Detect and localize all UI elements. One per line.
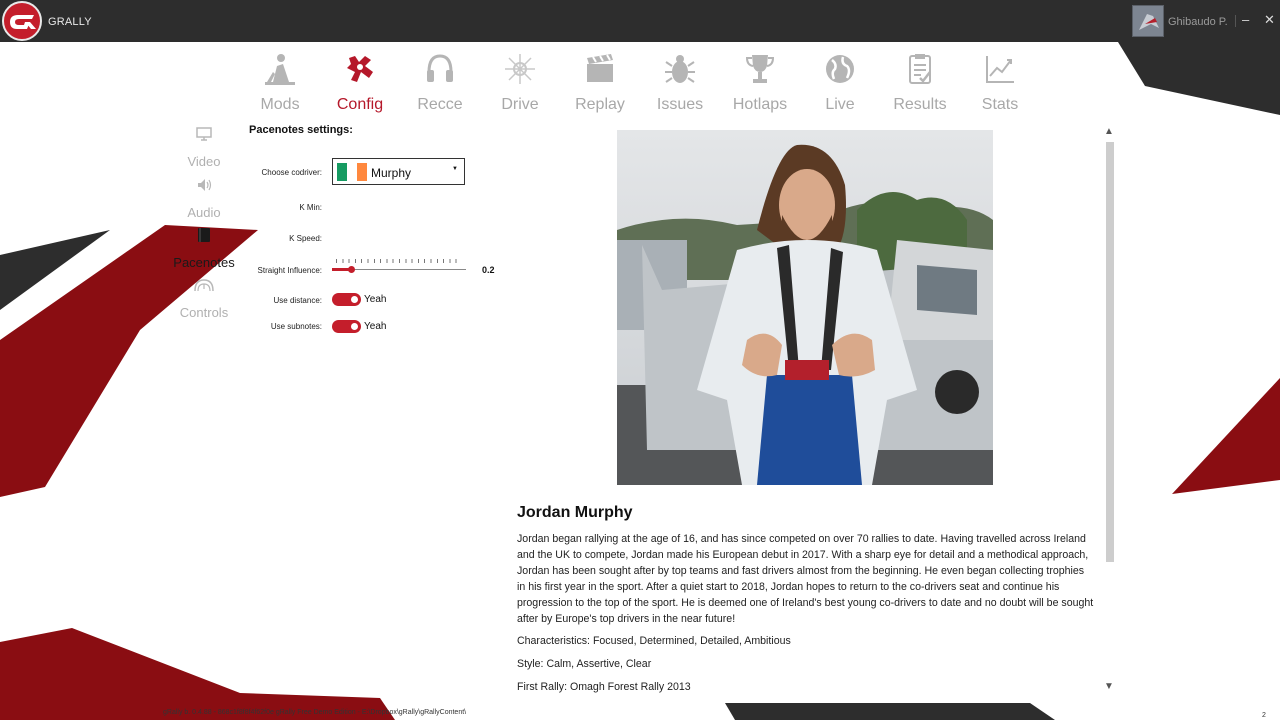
clapperboard-icon — [587, 54, 613, 82]
tab-replay[interactable]: Replay — [560, 50, 640, 120]
app-title: GRALLY — [48, 16, 92, 28]
k-min-label: K Min: — [299, 203, 322, 212]
tab-issues-label: Issues — [656, 96, 704, 113]
codriver-portrait-image — [617, 130, 993, 485]
tab-recce[interactable]: Recce — [400, 50, 480, 120]
slider-thumb[interactable] — [348, 266, 355, 273]
sidebar-item-video-label: Video — [187, 154, 221, 169]
tab-recce-label: Recce — [417, 96, 463, 113]
codriver-name: Jordan Murphy — [517, 504, 633, 521]
status-path: gRally b. 0.4.88 - 868c1f8f8f4f62f0e gRa… — [163, 709, 467, 716]
minimize-button[interactable]: – — [1242, 12, 1249, 28]
app-logo — [2, 1, 42, 41]
ireland-flag-icon — [337, 163, 367, 181]
tab-config[interactable]: Config — [320, 50, 400, 120]
codriver-bio: Jordan began rallying at the age of 16, … — [517, 533, 1094, 625]
corner-indicator: 2 — [1262, 712, 1266, 719]
clipboard-icon — [909, 54, 931, 84]
sidebar-item-audio[interactable]: Audio — [160, 177, 248, 220]
codriver-photo — [617, 130, 993, 485]
codriver-characteristics: Characteristics: Focused, Determined, De… — [517, 635, 791, 647]
codriver-style: Style: Calm, Assertive, Clear — [517, 658, 652, 670]
tab-stats-label: Stats — [981, 96, 1019, 113]
flag-stripe-green — [337, 163, 347, 181]
drive-icon — [505, 54, 535, 84]
title-bar: GRALLY Ghibaudo P. – ✕ — [0, 0, 1280, 42]
globe-icon — [826, 55, 854, 83]
use-distance-value: Yeah — [364, 294, 387, 305]
wheel-icon — [194, 279, 214, 292]
tab-issues[interactable]: Issues — [640, 50, 720, 120]
tab-live[interactable]: Live — [800, 50, 880, 120]
user-name[interactable]: Ghibaudo P. — [1168, 16, 1228, 28]
straight-influence-value: 0.2 — [482, 265, 495, 275]
tab-drive[interactable]: Drive — [480, 50, 560, 120]
straight-influence-slider[interactable] — [332, 259, 466, 279]
codriver-first-rally: First Rally: Omagh Forest Rally 2013 — [517, 681, 691, 693]
tab-mods[interactable]: Mods — [240, 50, 320, 120]
close-button[interactable]: ✕ — [1264, 12, 1275, 28]
config-icon — [347, 56, 373, 82]
section-title: Pacenotes settings: — [249, 124, 353, 136]
scrollbar-thumb[interactable] — [1106, 142, 1114, 562]
sidebar-item-video[interactable]: Video — [160, 126, 248, 169]
k-speed-label: K Speed: — [289, 234, 322, 243]
use-distance-label: Use distance: — [273, 296, 322, 305]
use-distance-toggle[interactable] — [332, 293, 361, 306]
scroll-up-button[interactable]: ▲ — [1104, 126, 1114, 137]
choose-codriver-label: Choose codriver: — [261, 168, 322, 177]
chevron-down-icon: ▼ — [452, 166, 458, 172]
bug-icon — [665, 55, 695, 83]
sidebar-item-controls-label: Controls — [179, 305, 229, 320]
title-bar-divider — [1235, 15, 1236, 27]
logo-mark-icon — [10, 15, 36, 29]
chart-icon — [986, 56, 1014, 83]
tab-mods-label: Mods — [260, 96, 300, 113]
tab-stats[interactable]: Stats — [960, 50, 1040, 120]
headphones-icon — [427, 54, 453, 82]
straight-influence-label: Straight Influence: — [257, 266, 322, 275]
trophy-icon — [745, 55, 775, 83]
tab-results[interactable]: Results — [880, 50, 960, 120]
tab-replay-label: Replay — [575, 96, 625, 113]
speaker-icon — [198, 179, 212, 191]
user-avatar[interactable] — [1132, 5, 1164, 37]
use-subnotes-toggle[interactable] — [332, 320, 361, 333]
tab-drive-label: Drive — [501, 96, 539, 113]
avatar-image-icon — [1133, 6, 1163, 36]
use-subnotes-label: Use subnotes: — [270, 322, 322, 331]
mechanic-icon — [265, 54, 295, 85]
flag-stripe-white — [347, 163, 357, 181]
tab-results-label: Results — [893, 96, 947, 113]
codriver-select[interactable]: Murphy ▼ — [332, 158, 465, 185]
flag-stripe-orange — [357, 163, 367, 181]
tab-hotlaps[interactable]: Hotlaps — [720, 50, 800, 120]
codriver-select-value: Murphy — [371, 166, 412, 180]
tab-hotlaps-label: Hotlaps — [732, 96, 788, 113]
slider-ticks — [336, 259, 462, 263]
scroll-down-button[interactable]: ▼ — [1104, 681, 1114, 692]
monitor-icon — [196, 127, 212, 141]
tab-live-label: Live — [825, 96, 855, 113]
use-subnotes-value: Yeah — [364, 321, 387, 332]
tab-config-label: Config — [336, 96, 384, 113]
